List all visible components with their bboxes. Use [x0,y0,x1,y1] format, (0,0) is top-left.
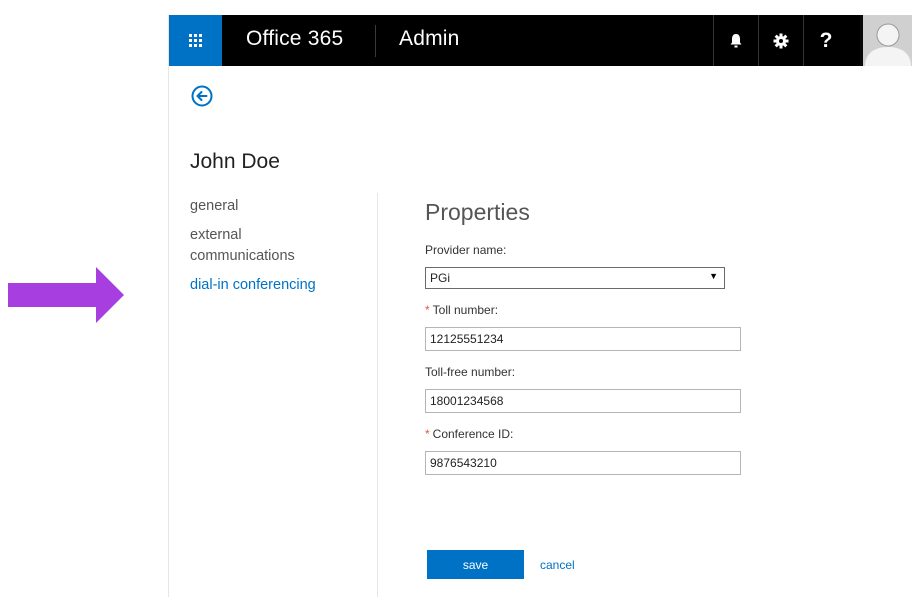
conference-id-input[interactable] [425,451,741,475]
nav-item-dial-in-conferencing[interactable]: dial-in conferencing [190,275,370,296]
conference-id-label: * Conference ID: [425,427,755,443]
toll-number-label-text: Toll number: [432,303,499,317]
nav-item-general[interactable]: general [190,196,370,217]
toll-free-number-input[interactable] [425,389,741,413]
admin-window: Office 365 Admin ? John Doe general exte… [168,15,912,597]
top-bar: Office 365 Admin ? [169,15,912,66]
required-marker: * [425,427,430,441]
callout-arrow-icon [8,267,124,323]
user-avatar-icon [863,15,912,66]
form-actions: save cancel [427,550,575,579]
user-name-heading: John Doe [190,150,280,173]
properties-form: Properties Provider name: PGi ▼ * Toll nu… [425,199,755,489]
toll-number-label: * Toll number: [425,303,755,319]
app-launcher-button[interactable] [169,15,222,66]
toll-number-input[interactable] [425,327,741,351]
help-icon: ? [819,28,833,52]
nav-item-external-communications[interactable]: external communications [190,225,320,267]
toll-free-number-label: Toll-free number: [425,365,516,379]
conference-id-label-text: Conference ID: [432,427,514,441]
save-button[interactable]: save [427,550,524,579]
required-marker: * [425,303,430,317]
cancel-link[interactable]: cancel [540,558,575,572]
properties-heading: Properties [425,199,530,225]
back-arrow-icon[interactable] [191,85,213,107]
dropdown-caret-icon: ▼ [709,271,718,281]
app-title[interactable]: Office 365 [246,27,343,51]
help-button[interactable]: ? [803,15,848,66]
user-avatar-button[interactable] [860,15,912,66]
provider-name-select[interactable]: PGi ▼ [425,267,725,289]
provider-name-label: Provider name: [425,243,507,257]
settings-button[interactable] [758,15,803,66]
title-divider [375,25,376,57]
section-title[interactable]: Admin [399,27,460,51]
screenshot-stage: Office 365 Admin ? John Doe general exte… [0,0,912,597]
notifications-button[interactable] [713,15,758,66]
waffle-icon [189,34,202,47]
gear-icon [773,33,789,48]
bell-icon [730,33,742,47]
section-nav: general external communications dial-in … [190,196,370,304]
provider-name-value: PGi [430,271,451,285]
nav-divider [377,193,378,597]
